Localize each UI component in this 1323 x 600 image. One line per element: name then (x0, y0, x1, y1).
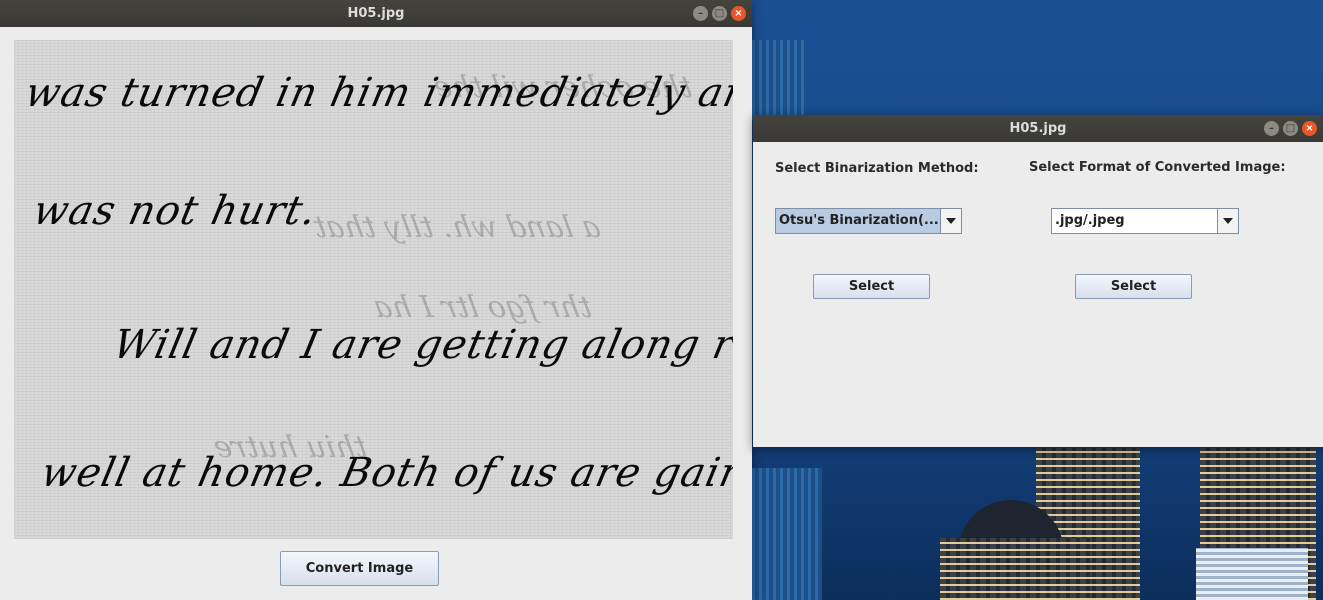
image-window: H05.jpg – □ × the ocher wil the a land w… (0, 0, 752, 600)
dropdown-arrow-icon[interactable] (1217, 209, 1238, 233)
select-format-button[interactable]: Select (1075, 274, 1192, 299)
handwriting-line-1: was turned in him immediately and he (21, 70, 733, 116)
close-icon[interactable]: × (1302, 121, 1317, 136)
building (752, 468, 822, 600)
close-icon[interactable]: × (731, 6, 746, 21)
handwriting-line-3: Will and I are getting along real (109, 322, 733, 368)
minimize-icon[interactable]: – (1264, 121, 1279, 136)
handwriting-line-2: was not hurt. (29, 188, 322, 234)
binarization-label: Select Binarization Method: (775, 161, 979, 176)
convert-image-button[interactable]: Convert Image (280, 551, 439, 586)
image-window-title: H05.jpg (347, 6, 405, 21)
image-window-titlebar[interactable]: H05.jpg – □ × (0, 0, 752, 27)
options-window-titlebar[interactable]: H05.jpg – □ × (753, 115, 1323, 142)
binarization-select-value: Otsu's Binarization(... (779, 213, 939, 228)
format-select-value: .jpg/.jpeg (1055, 213, 1125, 228)
building (1196, 548, 1308, 600)
maximize-icon[interactable]: □ (712, 6, 727, 21)
maximize-icon[interactable]: □ (1283, 121, 1298, 136)
handwriting-image: the ocher wil the a land wh. tlly that t… (14, 40, 733, 539)
minimize-icon[interactable]: – (693, 6, 708, 21)
building (752, 40, 806, 120)
options-window-title: H05.jpg (1009, 121, 1067, 136)
dropdown-arrow-icon[interactable] (940, 209, 961, 233)
format-select[interactable]: .jpg/.jpeg (1051, 208, 1239, 234)
binarization-select[interactable]: Otsu's Binarization(... (775, 208, 962, 234)
select-binarization-button[interactable]: Select (813, 274, 930, 299)
handwriting-line-4: well at home. Both of us are gaining (37, 450, 733, 496)
building (940, 538, 1090, 600)
format-label: Select Format of Converted Image: (1029, 160, 1286, 175)
